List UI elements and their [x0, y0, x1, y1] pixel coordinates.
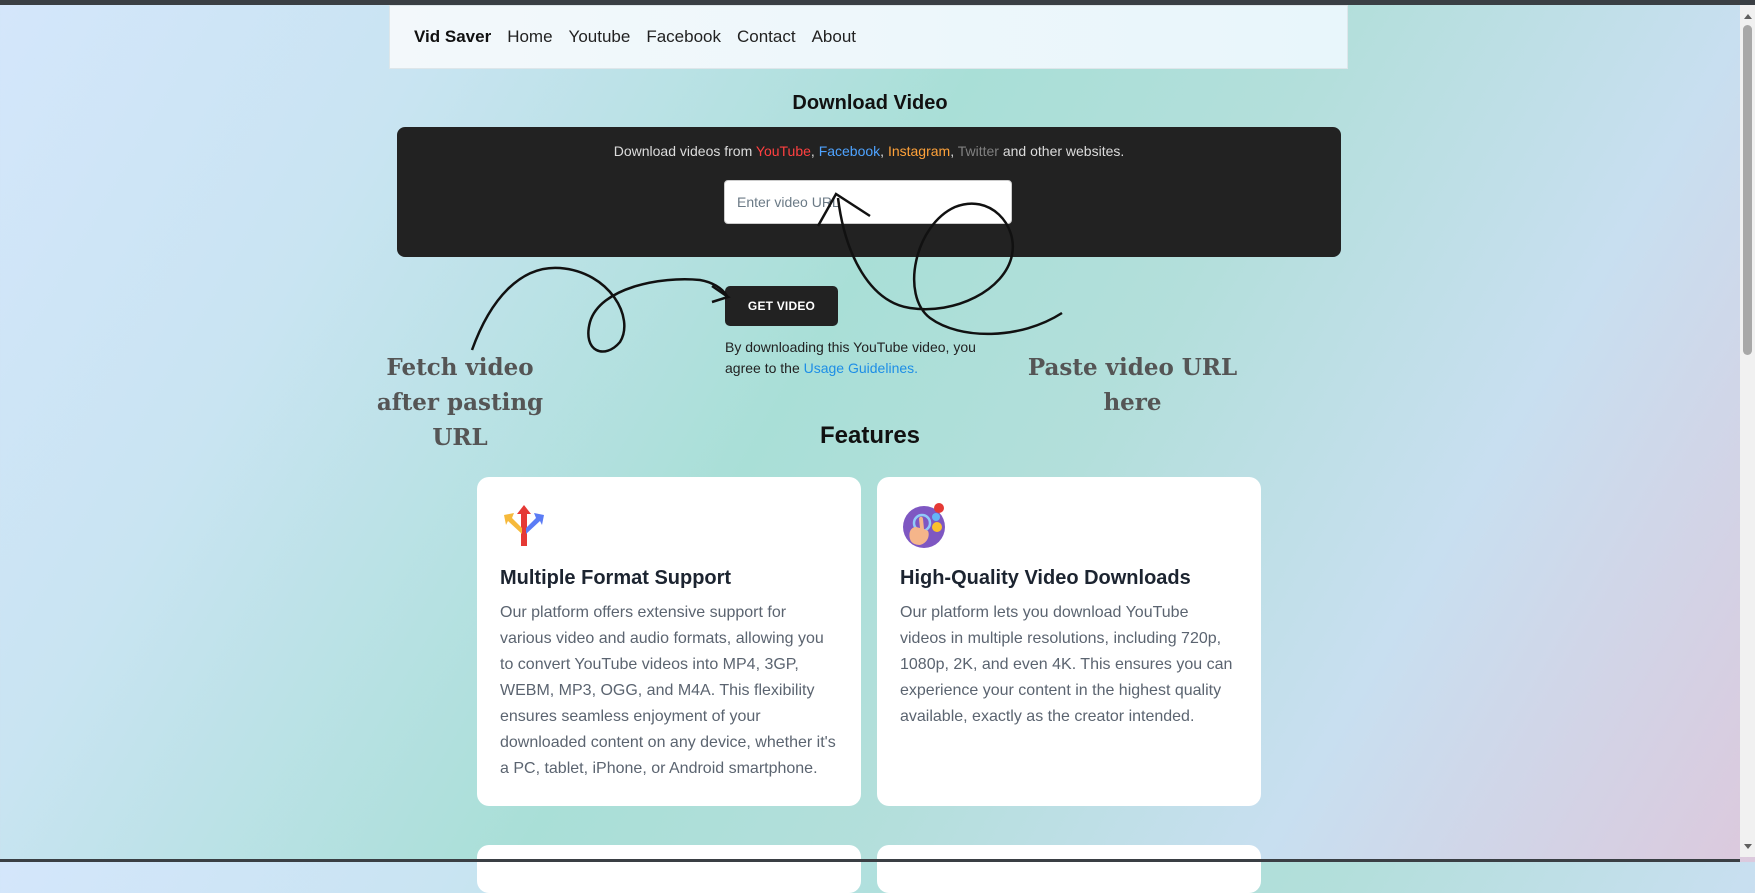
feature-title: High-Quality Video Downloads — [900, 567, 1191, 589]
usage-guidelines-link[interactable]: Usage Guidelines. — [804, 360, 918, 376]
supported-sites-text: Download videos from YouTube, Facebook, … — [613, 143, 1125, 159]
feature-card-partial — [877, 845, 1261, 893]
hand-tap-quality-icon — [903, 503, 945, 548]
site-facebook: Facebook — [818, 143, 881, 159]
nav-link-facebook[interactable]: Facebook — [646, 27, 721, 47]
panel-suffix: and other websites. — [998, 143, 1125, 159]
nav-link-about[interactable]: About — [812, 27, 856, 47]
feature-description: Our platform lets you download YouTube v… — [900, 604, 1233, 725]
brand-logo[interactable]: Vid Saver — [414, 27, 491, 47]
video-url-input[interactable] — [724, 180, 1012, 224]
page-title: Download Video — [792, 92, 948, 114]
navbar: Vid Saver Home Youtube Facebook Contact … — [389, 5, 1348, 69]
feature-description: Our platform offers extensive support fo… — [500, 604, 836, 777]
scroll-up-icon[interactable] — [1744, 14, 1752, 19]
feature-card-formats: Multiple Format Support Our platform off… — [477, 477, 861, 806]
nav-link-home[interactable]: Home — [507, 27, 552, 47]
feature-card-quality: High-Quality Video Downloads Our platfor… — [877, 477, 1261, 806]
usage-agreement: By downloading this YouTube video, you a… — [725, 337, 985, 379]
site-instagram: Instagram — [887, 143, 951, 159]
download-panel: Download videos from YouTube, Facebook, … — [397, 127, 1341, 257]
scroll-down-icon[interactable] — [1744, 844, 1752, 849]
feature-card-partial — [477, 845, 861, 893]
arrows-split-icon — [504, 505, 544, 546]
get-video-button[interactable]: GET VIDEO — [725, 286, 838, 326]
nav-link-contact[interactable]: Contact — [737, 27, 796, 47]
scrollbar[interactable] — [1740, 5, 1755, 857]
annotation-paste: Paste video URL here — [1027, 354, 1238, 416]
site-youtube: YouTube — [755, 143, 811, 159]
features-title: Features — [819, 422, 921, 449]
feature-title: Multiple Format Support — [500, 567, 732, 589]
nav-link-youtube[interactable]: Youtube — [569, 27, 631, 47]
site-twitter: Twitter — [957, 143, 999, 159]
scrollbar-thumb[interactable] — [1743, 25, 1752, 355]
panel-prefix: Download videos from — [613, 143, 756, 159]
left-loop-arrow — [470, 266, 729, 353]
